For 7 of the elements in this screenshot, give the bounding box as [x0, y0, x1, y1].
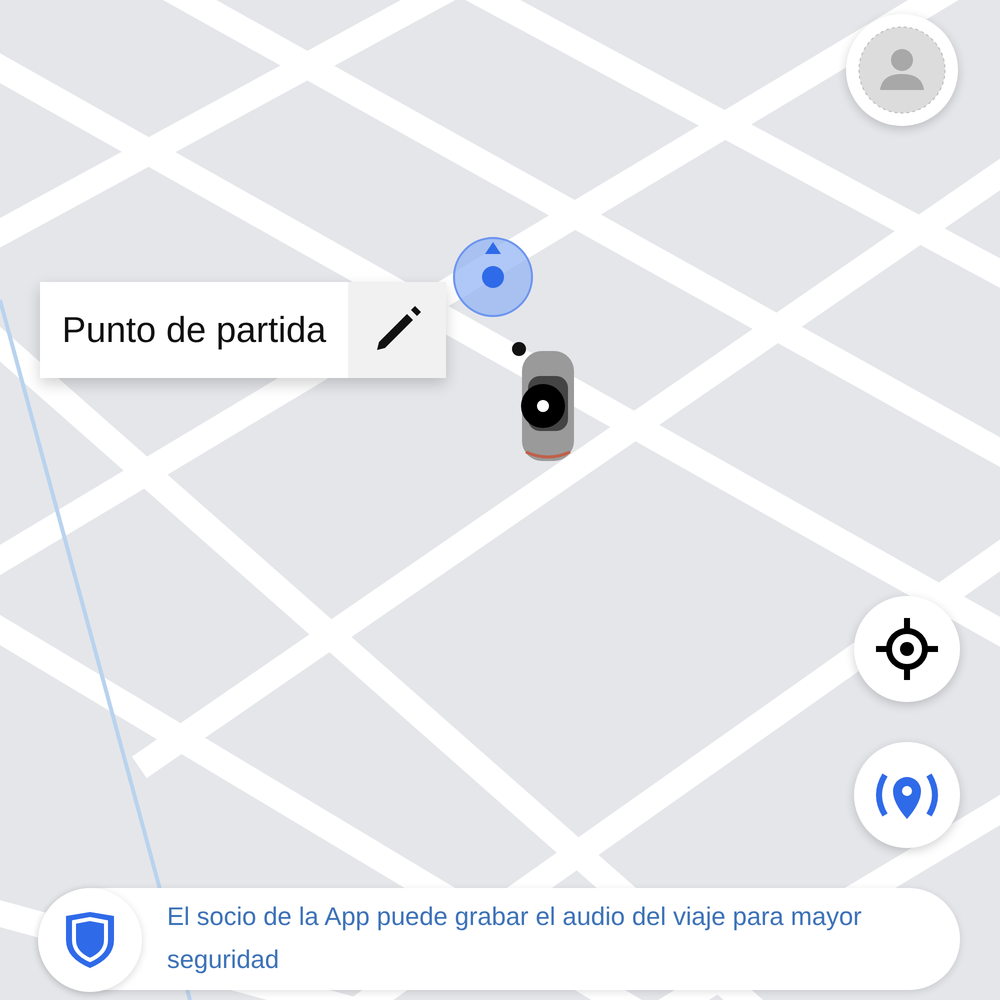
avatar-icon: [858, 26, 946, 114]
crosshair-icon: [874, 616, 940, 682]
location-dot-icon: [452, 236, 534, 318]
edit-button[interactable]: [348, 282, 446, 378]
pickup-label: Punto de partida: [40, 282, 348, 378]
shield-icon: [63, 910, 117, 970]
safety-message: El socio de la App puede grabar el audio del viaje para mayor seguridad: [167, 902, 863, 976]
